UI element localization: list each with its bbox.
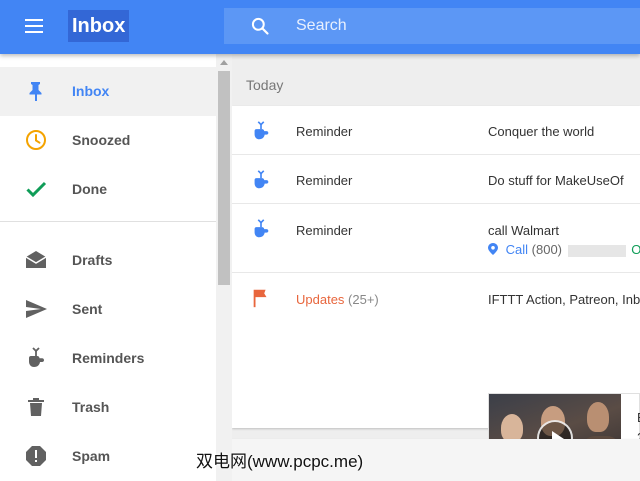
sidebar: Inbox Snoozed Done Drafts Sent Reminders… [0, 54, 232, 481]
reminder-hand-icon [254, 219, 269, 238]
row-subject: Conquer the world [488, 124, 595, 139]
menu-icon[interactable] [22, 17, 48, 37]
drafts-envelope-icon [25, 251, 47, 268]
phone-number: (800) [531, 242, 563, 257]
flag-icon [253, 289, 267, 308]
list-item[interactable]: Reminder Do stuff for MakeUseOf [232, 155, 640, 204]
sidebar-item-done[interactable]: Done [0, 165, 216, 214]
top-app-bar: Inbox [0, 0, 640, 54]
search-bar[interactable] [224, 8, 640, 44]
section-header-today: Today [246, 77, 284, 93]
spam-icon [26, 446, 46, 466]
sidebar-item-reminders[interactable]: Reminders [0, 334, 216, 383]
reminder-hand-icon [254, 121, 269, 140]
sidebar-item-label: Drafts [72, 252, 113, 268]
row-subject: IFTTT Action, Patreon, Inb [488, 292, 640, 307]
sidebar-item-label: Sent [72, 301, 103, 317]
sidebar-item-sent[interactable]: Sent [0, 285, 216, 334]
page-title: Inbox [68, 10, 130, 42]
reminder-hand-icon [29, 347, 44, 367]
sidebar-item-label: Spam [72, 448, 111, 464]
row-sender: Reminder [296, 173, 353, 188]
person-figure [587, 402, 609, 432]
pin-icon [29, 82, 42, 101]
sidebar-item-label: Done [72, 181, 107, 197]
person-figure [501, 414, 523, 442]
send-icon [26, 300, 47, 318]
row-subject: Do stuff for MakeUseOf [488, 173, 624, 188]
sidebar-item-label: Trash [72, 399, 110, 415]
sidebar-divider [0, 221, 216, 222]
search-icon[interactable] [250, 16, 270, 36]
sidebar-item-trash[interactable]: Trash [0, 383, 216, 432]
location-pin-icon [488, 243, 498, 255]
bundle-name: Updates [296, 292, 345, 307]
list-item[interactable]: Reminder Conquer the world [232, 106, 640, 155]
clock-icon [26, 130, 46, 150]
watermark: 双电网(www.pcpc.me) [196, 452, 364, 471]
list-item[interactable]: Reminder call Walmart Call (800) Op [232, 204, 640, 273]
call-action-line: Call (800) Op [488, 242, 640, 257]
sidebar-item-inbox[interactable]: Inbox [0, 67, 216, 116]
sidebar-item-label: Reminders [72, 350, 145, 366]
checkmark-icon [26, 181, 47, 198]
message-list-card: Reminder Conquer the world Reminder Do s… [232, 106, 640, 481]
row-sender: Updates (25+) [296, 292, 379, 307]
sidebar-item-spam[interactable]: Spam [0, 432, 216, 481]
row-sender: Reminder [296, 124, 353, 139]
bundle-count: (25+) [348, 292, 379, 307]
reminder-hand-icon [254, 170, 269, 189]
scrollbar-thumb[interactable] [218, 71, 230, 285]
main-content: Today Reminder Conquer the world Reminde… [232, 54, 640, 481]
call-link[interactable]: Call [506, 242, 528, 257]
row-sender: Reminder [296, 223, 353, 238]
row-subject: call Walmart [488, 223, 560, 238]
sidebar-item-label: Inbox [72, 83, 110, 99]
trash-icon [28, 398, 44, 416]
sidebar-item-label: Snoozed [72, 132, 131, 148]
open-status: Op [631, 242, 640, 257]
sidebar-item-drafts[interactable]: Drafts [0, 236, 216, 285]
sidebar-scrollbar[interactable] [216, 54, 232, 481]
scroll-up-arrow-icon[interactable] [220, 60, 228, 65]
redacted-number [567, 244, 626, 257]
updates-bundle[interactable]: Updates (25+) IFTTT Action, Patreon, Inb… [232, 273, 640, 481]
sidebar-item-snoozed[interactable]: Snoozed [0, 116, 216, 165]
search-input[interactable] [296, 8, 626, 44]
